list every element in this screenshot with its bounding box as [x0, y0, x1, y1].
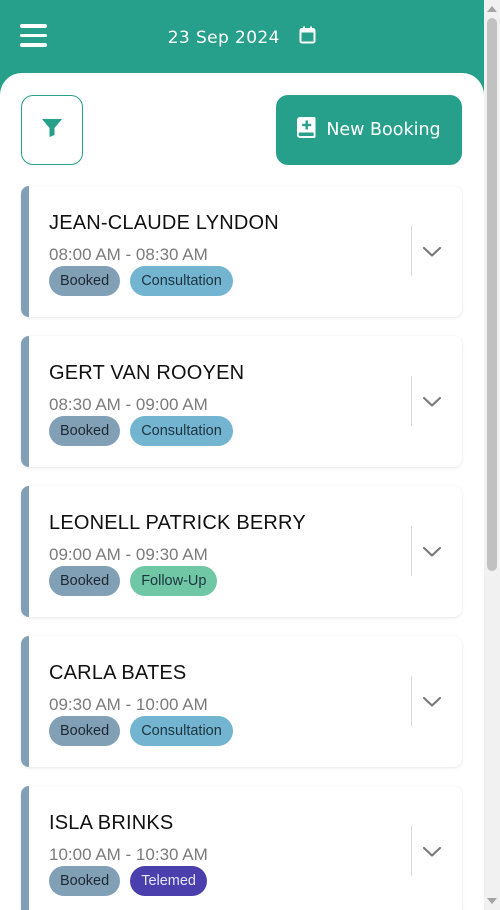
badge-row: Booked Telemed	[49, 866, 217, 896]
calendar-icon[interactable]	[299, 26, 316, 49]
scrollbar[interactable]	[484, 0, 500, 910]
status-accent-bar	[21, 786, 29, 910]
date-selector: 23 Sep 2024	[0, 26, 484, 49]
appointment-type-badge: Consultation	[130, 716, 233, 746]
chevron-down-icon[interactable]	[422, 243, 442, 262]
new-booking-button[interactable]: New Booking	[276, 95, 462, 165]
status-badge: Booked	[49, 416, 121, 446]
appointment-time: 08:30 AM - 09:00 AM	[49, 395, 208, 414]
patient-name: ISLA BRINKS	[49, 812, 174, 834]
appointment-type-badge: Follow-Up	[130, 566, 218, 596]
appointment-time: 08:00 AM - 08:30 AM	[49, 245, 208, 264]
chevron-down-icon[interactable]	[422, 693, 442, 712]
patient-name: GERT VAN ROOYEN	[49, 362, 245, 384]
status-badge: Booked	[49, 716, 121, 746]
status-badge: Booked	[49, 866, 121, 896]
divider	[411, 226, 412, 276]
patient-name: LEONELL PATRICK BERRY	[49, 512, 306, 534]
booking-card[interactable]: ISLA BRINKS 10:00 AM - 10:30 AM Booked Tele…	[21, 786, 462, 910]
status-badge: Booked	[49, 266, 121, 296]
badge-row: Booked Follow-Up	[49, 566, 227, 596]
divider	[411, 526, 412, 576]
scroll-down-arrow[interactable]	[487, 898, 497, 904]
divider	[411, 676, 412, 726]
booking-card[interactable]: CARLA BATES 09:30 AM - 10:00 AM Booked Cons…	[21, 636, 462, 767]
current-date[interactable]: 23 Sep 2024	[168, 28, 280, 48]
chevron-down-icon[interactable]	[422, 393, 442, 412]
booking-card[interactable]: JEAN-CLAUDE LYNDON 08:00 AM - 08:30 AM Boo…	[21, 186, 462, 317]
badge-row: Booked Consultation	[49, 416, 243, 446]
new-booking-label: New Booking	[326, 120, 441, 140]
status-accent-bar	[21, 336, 29, 467]
filter-button[interactable]	[21, 95, 83, 165]
booking-card[interactable]: LEONELL PATRICK BERRY 09:00 AM - 09:30 AM…	[21, 486, 462, 617]
status-accent-bar	[21, 486, 29, 617]
appointment-time: 10:00 AM - 10:30 AM	[49, 845, 208, 864]
appointment-type-badge: Telemed	[130, 866, 207, 896]
badge-row: Booked Consultation	[49, 716, 243, 746]
scroll-up-arrow[interactable]	[487, 6, 497, 12]
add-book-icon	[297, 117, 316, 143]
chevron-down-icon[interactable]	[422, 543, 442, 562]
status-accent-bar	[21, 186, 29, 317]
appointment-time: 09:00 AM - 09:30 AM	[49, 545, 208, 564]
chevron-down-icon[interactable]	[422, 843, 442, 862]
patient-name: JEAN-CLAUDE LYNDON	[49, 212, 279, 234]
divider	[411, 826, 412, 876]
patient-name: CARLA BATES	[49, 662, 187, 684]
divider	[411, 376, 412, 426]
scroll-thumb[interactable]	[487, 18, 497, 571]
status-accent-bar	[21, 636, 29, 767]
status-badge: Booked	[49, 566, 121, 596]
appointment-time: 09:30 AM - 10:00 AM	[49, 695, 208, 714]
booking-card[interactable]: GERT VAN ROOYEN 08:30 AM - 09:00 AM Booked…	[21, 336, 462, 467]
badge-row: Booked Consultation	[49, 266, 243, 296]
appointment-type-badge: Consultation	[130, 266, 233, 296]
filter-icon	[41, 118, 63, 142]
appointment-type-badge: Consultation	[130, 416, 233, 446]
